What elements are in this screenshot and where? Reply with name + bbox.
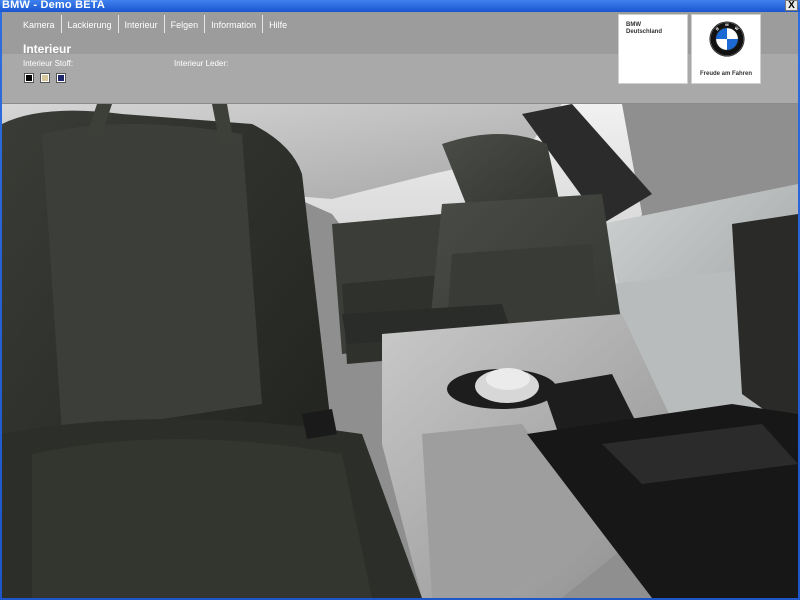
brand-text-box: BMW Deutschland	[618, 14, 688, 84]
fabric-swatch-black[interactable]	[24, 73, 34, 83]
brand-line-1: BMW	[626, 22, 641, 28]
bmw-logo-box: B M W Freude am Fahren	[691, 14, 761, 84]
nav-item-hilfe[interactable]: Hilfe	[262, 15, 293, 33]
brand-line-2: Deutschland	[626, 29, 663, 35]
nav-item-kamera[interactable]: Kamera	[17, 15, 61, 33]
title-bar[interactable]: BMW - Demo BETA X	[0, 0, 800, 12]
interior-leather-label: Interieur Leder:	[174, 59, 229, 68]
brand-company-name: BMW Deutschland	[626, 22, 662, 36]
car-interior-render	[2, 104, 798, 598]
fabric-swatch-list	[24, 73, 66, 83]
nav-item-felgen[interactable]: Felgen	[163, 15, 205, 33]
nav-item-information[interactable]: Information	[204, 15, 262, 33]
main-nav: Kamera Lackierung Interieur Felgen Infor…	[17, 15, 293, 33]
close-button[interactable]: X	[785, 0, 798, 11]
brand-slogan: Freude am Fahren	[699, 71, 752, 77]
interior-fabric-label: Interieur Stoff:	[23, 59, 74, 68]
application-window: BMW - Demo BETA X Kamera Lackierung Inte…	[0, 0, 800, 600]
interior-3d-viewport[interactable]	[2, 104, 798, 598]
nav-item-lackierung[interactable]: Lackierung	[60, 15, 118, 33]
nav-item-interieur[interactable]: Interieur	[117, 15, 164, 33]
bmw-roundel-icon: B M W	[709, 21, 745, 57]
app-client-area: Kamera Lackierung Interieur Felgen Infor…	[2, 12, 798, 598]
fabric-swatch-blue[interactable]	[56, 73, 66, 83]
window-title: BMW - Demo BETA	[2, 0, 106, 11]
fabric-swatch-beige[interactable]	[40, 73, 50, 83]
